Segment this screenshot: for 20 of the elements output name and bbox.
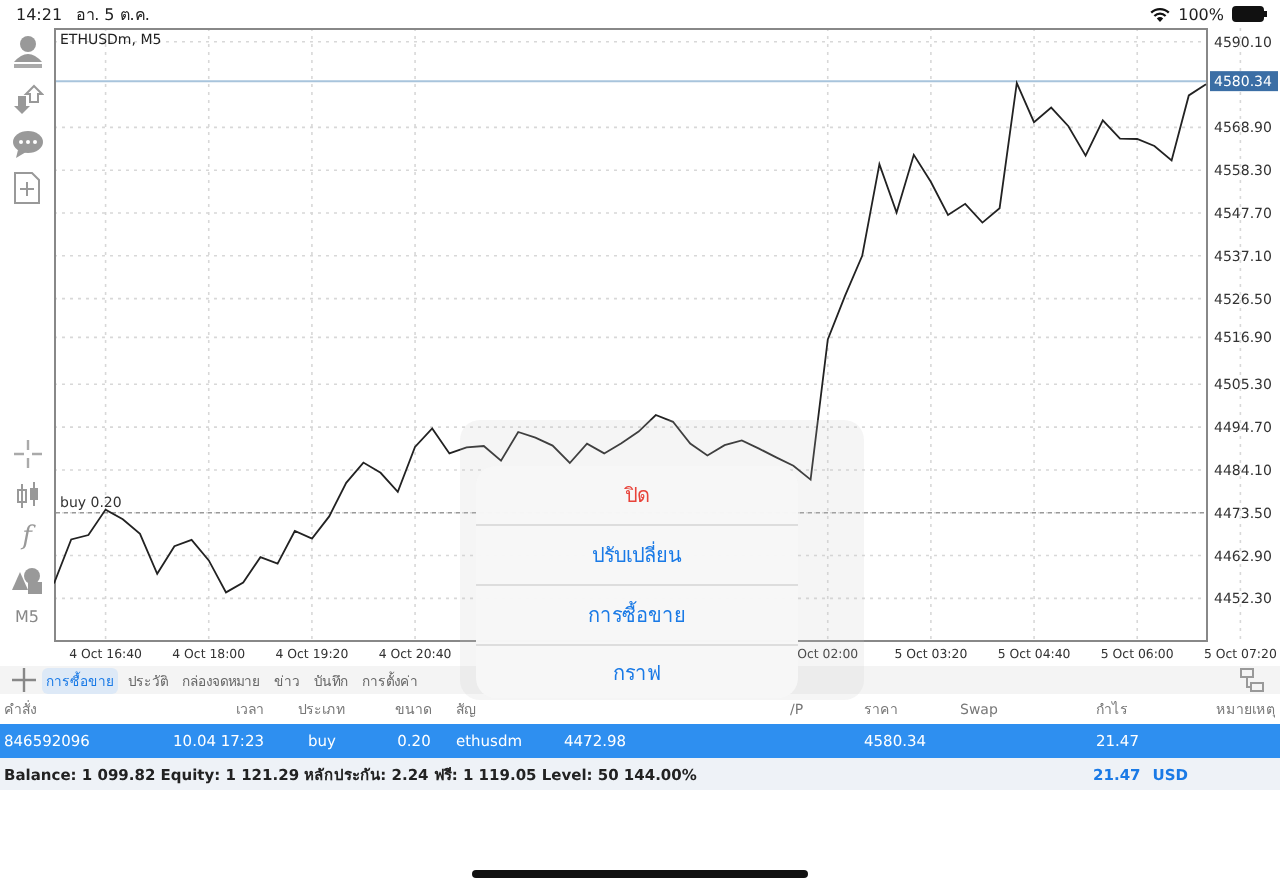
chat-icon[interactable]: [11, 130, 43, 158]
action-item[interactable]: ปิด: [476, 466, 798, 526]
add-icon[interactable]: [12, 668, 36, 692]
layout-icon[interactable]: [1240, 668, 1264, 692]
wifi-icon: [1150, 6, 1171, 22]
battery-percent: 100%: [1178, 5, 1224, 23]
indicators-button[interactable]: f: [22, 524, 32, 552]
status-date: อา. 5 ต.ค.: [76, 3, 150, 27]
new-document-icon[interactable]: [14, 172, 40, 204]
action-item[interactable]: กราฟ: [476, 646, 798, 698]
candlestick-icon[interactable]: [13, 482, 41, 510]
crosshair-icon[interactable]: [13, 440, 41, 468]
objects-icon[interactable]: [12, 566, 42, 594]
battery-icon: [1232, 6, 1268, 22]
trade-arrows-icon[interactable]: [11, 84, 43, 116]
timeframe-button[interactable]: M5: [15, 608, 39, 626]
account-icon[interactable]: [11, 34, 43, 70]
status-time: 14:21: [16, 5, 63, 23]
action-item[interactable]: ปรับเปลี่ยน: [476, 526, 798, 586]
action-item[interactable]: การซื้อขาย: [476, 586, 798, 646]
